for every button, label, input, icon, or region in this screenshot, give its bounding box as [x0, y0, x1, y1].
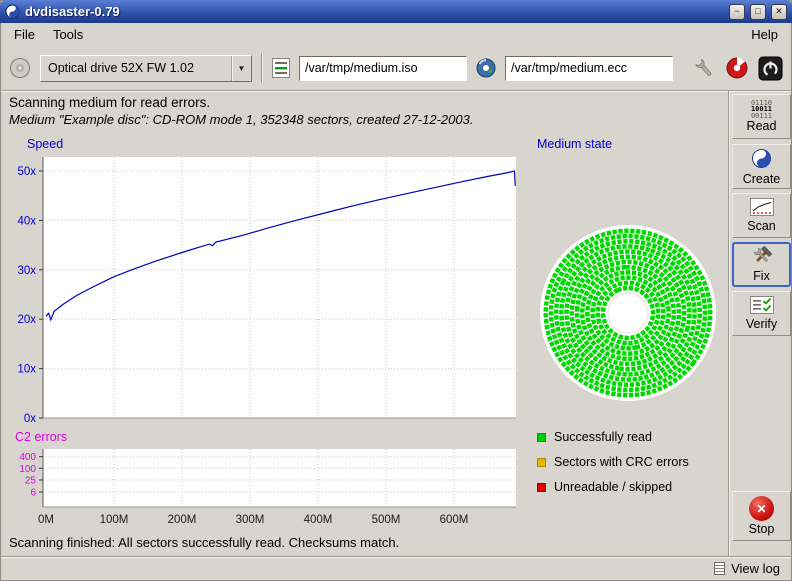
dvdisaster-disc-icon[interactable]	[725, 56, 749, 80]
main-content: Scanning medium for read errors. Medium …	[1, 91, 728, 558]
legend-swatch-green	[537, 433, 546, 442]
legend-label: Unreadable / skipped	[554, 480, 672, 494]
svg-text:400: 400	[19, 452, 36, 463]
iso-path-input[interactable]	[299, 56, 467, 81]
menubar: File Tools Help	[1, 23, 791, 46]
image-file-icon	[272, 58, 290, 78]
verify-label: Verify	[746, 318, 777, 331]
titlebar[interactable]: dvdisaster-0.79 − □ ✕	[0, 0, 792, 23]
stop-icon: ✕	[749, 496, 774, 521]
read-label: Read	[747, 120, 777, 133]
svg-text:100M: 100M	[100, 514, 129, 526]
drive-select-value: Optical drive 52X FW 1.02	[41, 61, 231, 75]
verify-button[interactable]: Verify	[732, 291, 791, 336]
svg-text:30x: 30x	[17, 265, 36, 277]
svg-text:20x: 20x	[17, 314, 36, 326]
legend-item-crc: Sectors with CRC errors	[537, 456, 689, 468]
toolbar-separator	[261, 53, 263, 83]
menu-tools[interactable]: Tools	[44, 24, 92, 45]
maximize-button[interactable]: □	[750, 4, 766, 20]
statusbar: View log	[1, 556, 791, 580]
svg-text:0x: 0x	[24, 413, 36, 425]
svg-text:10x: 10x	[17, 364, 36, 376]
create-button[interactable]: Create	[732, 144, 791, 189]
ecc-path-input[interactable]	[505, 56, 673, 81]
view-log-label: View log	[731, 561, 780, 576]
minimize-button[interactable]: −	[729, 4, 745, 20]
legend-item-unreadable: Unreadable / skipped	[537, 481, 672, 493]
quit-power-icon[interactable]	[758, 56, 783, 81]
close-button[interactable]: ✕	[771, 4, 787, 20]
medium-info: Medium "Example disc": CD-ROM mode 1, 35…	[9, 112, 473, 127]
svg-text:25: 25	[25, 475, 37, 486]
read-button[interactable]: 01110 10011 00111 Read	[732, 94, 791, 139]
drive-select[interactable]: Optical drive 52X FW 1.02 ▼	[40, 55, 252, 82]
stop-label: Stop	[749, 523, 775, 536]
svg-text:40x: 40x	[17, 215, 36, 227]
action-sidebar: 01110 10011 00111 Read Create Scan	[728, 91, 792, 558]
scan-button[interactable]: Scan	[732, 193, 791, 238]
scan-chart-icon	[750, 198, 774, 219]
svg-text:600M: 600M	[440, 514, 469, 526]
svg-text:400M: 400M	[304, 514, 333, 526]
fix-tools-icon	[751, 246, 773, 269]
legend-swatch-red	[537, 483, 546, 492]
svg-text:50x: 50x	[17, 166, 36, 178]
read-binary-icon: 01110 10011 00111	[751, 100, 772, 120]
toolbar: Optical drive 52X FW 1.02 ▼	[1, 46, 791, 91]
svg-text:200M: 200M	[168, 514, 197, 526]
result-message: Scanning finished: All sectors successfu…	[9, 535, 399, 550]
svg-text:300M: 300M	[236, 514, 265, 526]
create-label: Create	[743, 173, 781, 186]
charts-canvas: 0x 10x 20x 30x 40x 50x 625100400 0M 100M 200M 300M…	[1, 131, 728, 537]
svg-text:100: 100	[19, 464, 36, 475]
dropdown-arrow-icon: ▼	[231, 56, 251, 81]
fix-label: Fix	[753, 270, 770, 283]
create-yinyang-icon	[751, 148, 772, 172]
scan-label: Scan	[747, 220, 776, 233]
preferences-wrench-icon[interactable]	[693, 57, 716, 80]
fix-button[interactable]: Fix	[732, 242, 791, 287]
verify-checklist-icon	[750, 296, 774, 317]
status-message: Scanning medium for read errors.	[9, 95, 210, 110]
svg-text:0M: 0M	[38, 514, 54, 526]
menu-help[interactable]: Help	[742, 24, 787, 45]
legend-label: Successfully read	[554, 430, 652, 444]
svg-text:500M: 500M	[372, 514, 401, 526]
view-log-button[interactable]: View log	[710, 560, 784, 577]
menu-file[interactable]: File	[5, 24, 44, 45]
ecc-file-icon	[476, 58, 496, 78]
legend-label: Sectors with CRC errors	[554, 455, 689, 469]
app-window: dvdisaster-0.79 − □ ✕ File Tools Help Op…	[0, 0, 792, 581]
log-icon	[714, 562, 725, 575]
stop-button[interactable]: ✕ Stop	[732, 491, 791, 541]
svg-text:6: 6	[30, 487, 36, 498]
drive-icon[interactable]	[9, 57, 31, 79]
app-icon	[5, 4, 20, 19]
legend-swatch-yellow	[537, 458, 546, 467]
legend-item-read: Successfully read	[537, 431, 652, 443]
window-title: dvdisaster-0.79	[25, 4, 724, 19]
